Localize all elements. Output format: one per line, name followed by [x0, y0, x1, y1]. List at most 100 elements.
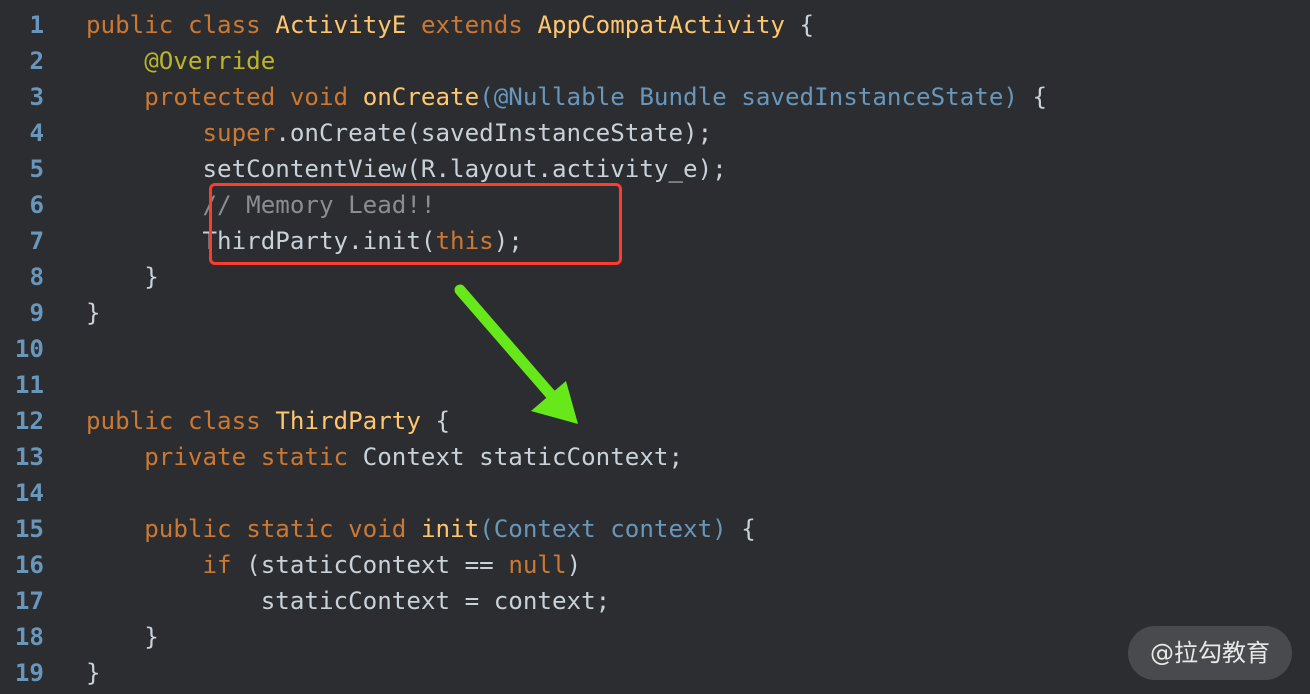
code-token: {: [1018, 83, 1048, 111]
code-line: 9}: [0, 295, 1310, 331]
code-line: 1 public class ActivityE extends AppCompa…: [0, 7, 1310, 43]
code-token: public: [144, 515, 232, 543]
code-token: if: [202, 551, 232, 579]
code-token: (staticContext ==: [231, 551, 509, 579]
code-line: 18 }: [0, 619, 1310, 655]
code-line: 17 staticContext = context;: [0, 583, 1310, 619]
code-token: {: [785, 11, 815, 39]
code-text: private static Context staticContext;: [86, 439, 683, 475]
line-number: 12: [14, 407, 44, 435]
code-token: }: [86, 659, 101, 687]
line-number: 5: [29, 155, 44, 183]
line-number: 19: [14, 659, 44, 687]
code-line: 2 @Override: [0, 43, 1310, 79]
line-number: 15: [14, 515, 44, 543]
code-token: Context staticContext;: [348, 443, 684, 471]
code-token: staticContext = context;: [86, 587, 611, 615]
code-text: super.onCreate(savedInstanceState);: [86, 115, 713, 151]
code-token: .onCreate(savedInstanceState);: [275, 119, 713, 147]
code-text: staticContext = context;: [86, 583, 611, 619]
line-number: 7: [29, 227, 44, 255]
code-text: public class ActivityE extends AppCompat…: [86, 7, 814, 43]
code-line: 6 // Memory Lead!!: [0, 187, 1310, 223]
code-line: 7 ThirdParty.init(this);: [0, 223, 1310, 259]
code-token: super: [202, 119, 276, 147]
code-token: null: [508, 551, 567, 579]
code-token: }: [86, 623, 159, 651]
code-token: void: [289, 83, 349, 111]
code-token: ThirdParty: [275, 407, 421, 435]
code-line: 12 public class ThirdParty {: [0, 403, 1310, 439]
line-number: 13: [14, 443, 44, 471]
code-token: }: [86, 299, 101, 327]
code-text: }: [86, 655, 101, 691]
code-line: 16 if (staticContext == null): [0, 547, 1310, 583]
code-text: }: [86, 259, 159, 295]
line-number: 1: [29, 11, 44, 39]
line-number: 4: [29, 119, 44, 147]
code-token: @Override: [144, 47, 276, 75]
code-token: setContentView(R.layout.activity_e);: [202, 155, 727, 183]
code-line: 19}: [0, 655, 1310, 691]
line-number: 17: [14, 587, 44, 615]
code-token: static: [246, 515, 334, 543]
code-text: }: [86, 295, 101, 331]
code-token: init: [420, 515, 480, 543]
code-text: public static void init(Context context)…: [86, 511, 756, 547]
line-number: 11: [14, 371, 44, 399]
code-line: 5 setContentView(R.layout.activity_e);: [0, 151, 1310, 187]
code-token: (@Nullable Bundle savedInstanceState): [479, 83, 1018, 111]
line-number: 2: [29, 47, 44, 75]
code-line: 8 }: [0, 259, 1310, 295]
line-number: 8: [29, 263, 44, 291]
code-token: }: [86, 263, 159, 291]
code-token: void: [348, 515, 407, 543]
code-token: public: [86, 11, 174, 39]
green-arrow-icon: [454, 284, 578, 424]
line-number: 16: [14, 551, 44, 579]
code-line: 4 super.onCreate(savedInstanceState);: [0, 115, 1310, 151]
line-number: 18: [14, 623, 44, 651]
code-token: (Context context): [479, 515, 727, 543]
code-token: protected: [144, 83, 276, 111]
code-line: 11: [0, 367, 1310, 403]
code-token: extends: [420, 11, 523, 39]
code-text: setContentView(R.layout.activity_e);: [86, 151, 727, 187]
watermark-label: @拉勾教育: [1128, 626, 1292, 680]
code-text: public class ThirdParty {: [86, 403, 450, 439]
code-text: @Override: [86, 43, 275, 79]
line-number: 10: [14, 335, 44, 363]
code-line: 10: [0, 331, 1310, 367]
line-number: 14: [14, 479, 44, 507]
code-text: protected void onCreate(@Nullable Bundle…: [86, 79, 1047, 115]
line-number: 9: [29, 299, 44, 327]
line-number: 6: [29, 191, 44, 219]
code-token: onCreate: [362, 83, 480, 111]
code-token: ): [566, 551, 582, 579]
code-token: {: [726, 515, 756, 543]
code-line: 13 private static Context staticContext;: [0, 439, 1310, 475]
code-token: public: [86, 407, 174, 435]
code-token: class: [187, 407, 261, 435]
